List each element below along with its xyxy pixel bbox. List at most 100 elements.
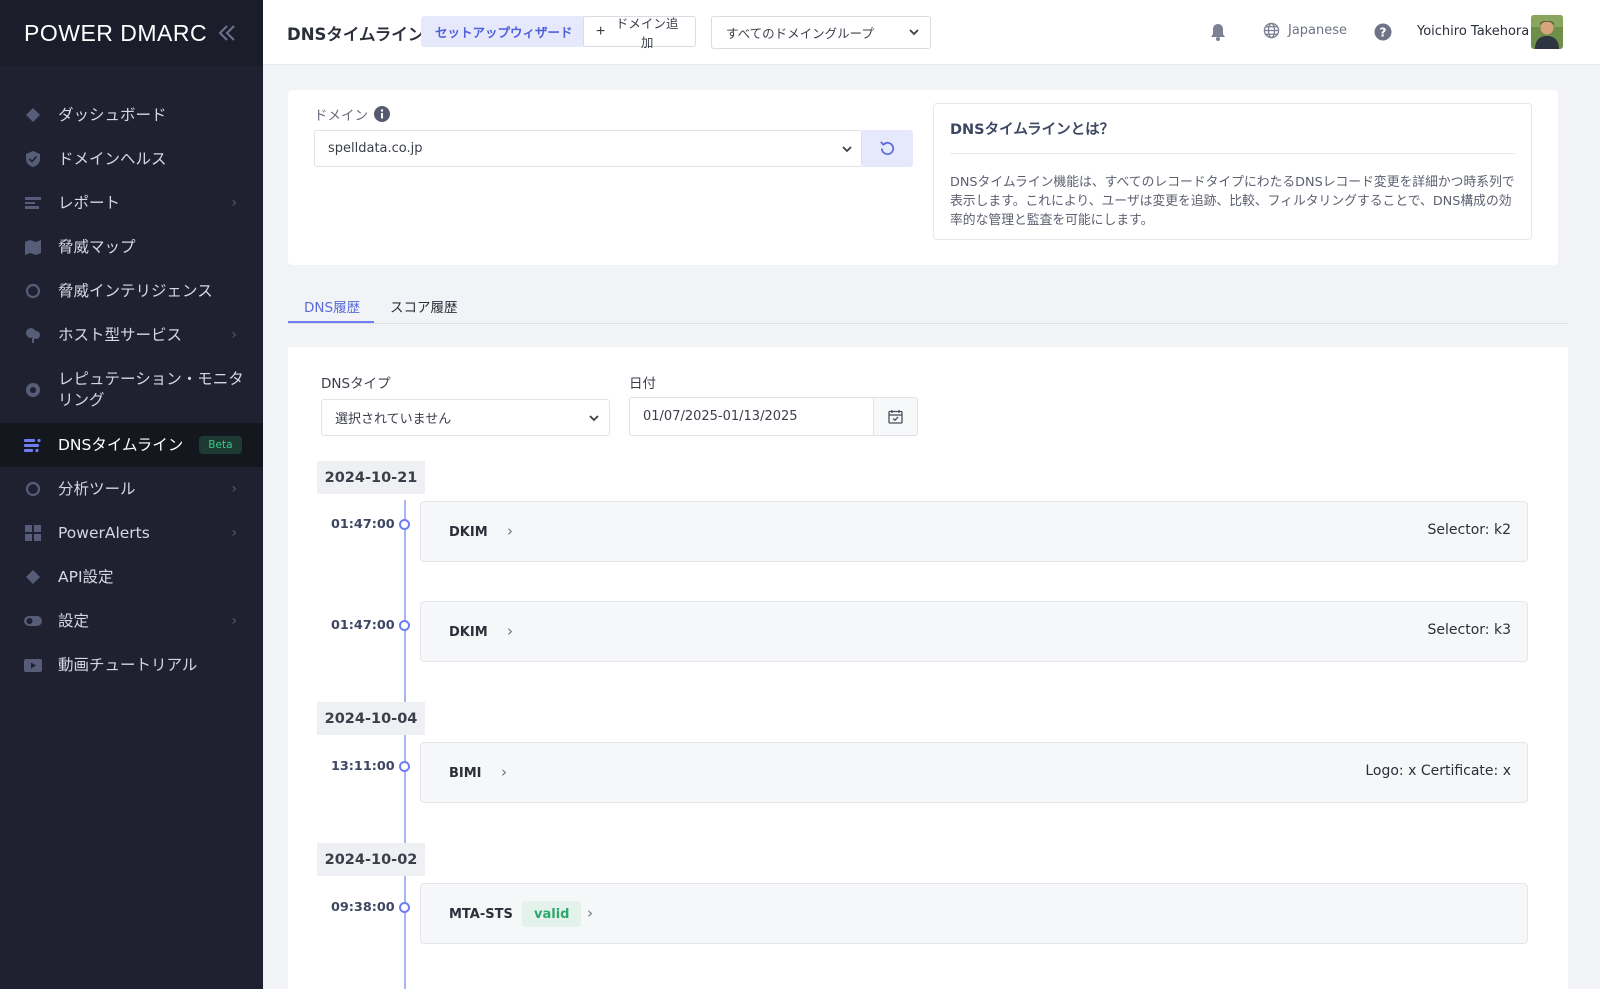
refresh-button[interactable]: [862, 130, 913, 167]
active-tab-indicator: [288, 321, 374, 323]
beta-badge: Beta: [199, 436, 242, 454]
shield-check-icon: [26, 151, 40, 167]
record-type: DKIM: [449, 625, 488, 640]
history-tabs: DNS履歴 スコア履歴: [288, 286, 1568, 324]
record-detail: Logo: x Certificate: x: [1365, 763, 1511, 779]
avatar[interactable]: [1531, 15, 1563, 49]
timeline-dot: [399, 519, 410, 530]
dns-timeline-info-box: DNSタイムラインとは？ DNSタイムライン機能は、すべてのレコードタイプにわた…: [933, 103, 1532, 240]
timeline-record[interactable]: BIMI › Logo: x Certificate: x: [420, 742, 1528, 803]
chevron-right-icon[interactable]: ›: [507, 622, 513, 640]
entry-time: 09:38:00: [331, 900, 395, 915]
badge-icon: [26, 383, 40, 397]
powerdmarc-logo[interactable]: POWER DMARC: [24, 20, 207, 47]
sidebar-item-threat-map[interactable]: 脅威マップ: [0, 225, 263, 269]
domain-group-value: すべてのドメイングループ: [726, 26, 874, 41]
chevron-right-icon[interactable]: ›: [501, 763, 507, 781]
setup-wizard-button[interactable]: セットアップウィザード: [421, 16, 587, 47]
plus-icon: +: [596, 22, 606, 40]
sidebar-item-label: ドメインヘルス: [58, 149, 167, 168]
bell-icon[interactable]: [1208, 22, 1228, 42]
chevron-right-icon[interactable]: ›: [507, 522, 513, 540]
chevron-down-icon: [589, 415, 599, 422]
record-type: MTA-STS: [449, 907, 513, 922]
dns-type-select[interactable]: 選択されていません: [321, 399, 610, 436]
language-selector[interactable]: Japanese: [1263, 22, 1347, 39]
circle-icon: [25, 283, 41, 299]
sidebar-item-label: レピュテーション・モニタリング: [58, 370, 244, 409]
timeline-dot: [399, 620, 410, 631]
timeline-record[interactable]: DKIM › Selector: k3: [420, 601, 1528, 662]
domain-select-value: spelldata.co.jp: [328, 141, 423, 156]
info-icon[interactable]: [374, 106, 390, 122]
tab-score-history[interactable]: スコア履歴: [390, 296, 458, 316]
video-icon: [24, 659, 42, 672]
circle-icon: [25, 481, 41, 497]
cloud-icon: [26, 328, 40, 343]
report-icon: [25, 197, 41, 209]
diamond-icon: [26, 570, 40, 584]
grid-icon: [25, 525, 41, 541]
domain-group-select[interactable]: すべてのドメイングループ: [711, 16, 931, 49]
add-domain-label: ドメイン追加: [615, 16, 679, 50]
sidebar-item-label: API設定: [58, 567, 114, 586]
sidebar-item-label: 設定: [58, 611, 90, 630]
sidebar-item-label: DNSタイムライン: [58, 435, 184, 454]
sidebar-item-poweralerts[interactable]: PowerAlerts ›: [0, 511, 263, 555]
sidebar-item-hosted-services[interactable]: ホスト型サービス ›: [0, 313, 263, 357]
entry-time: 01:47:00: [331, 517, 395, 532]
info-description: DNSタイムライン機能は、すべてのレコードタイプにわたるDNSレコード変更を詳細…: [950, 175, 1515, 228]
timeline-icon: [24, 438, 41, 453]
chevron-right-icon: ›: [231, 613, 237, 629]
sidebar-item-label: 脅威マップ: [58, 237, 136, 256]
sidebar-item-dns-timeline[interactable]: DNSタイムライン Beta: [0, 423, 263, 467]
help-icon[interactable]: ?: [1374, 23, 1392, 41]
sidebar-item-video-tutorials[interactable]: 動画チュートリアル: [0, 643, 263, 687]
sidebar-item-label: ダッシュボード: [58, 105, 167, 124]
toggle-icon: [24, 616, 42, 626]
timeline-line: [404, 500, 406, 989]
date-range-value: 01/07/2025-01/13/2025: [643, 409, 798, 424]
page-title: DNSタイムライン: [287, 25, 425, 44]
domain-select[interactable]: spelldata.co.jp: [314, 130, 862, 167]
sidebar-item-settings[interactable]: 設定 ›: [0, 599, 263, 643]
diamond-icon: [26, 108, 40, 122]
refresh-icon: [880, 141, 895, 155]
sidebar-item-dashboard[interactable]: ダッシュボード: [0, 93, 263, 137]
tab-dns-history[interactable]: DNS履歴: [304, 296, 360, 316]
sidebar-item-reputation-monitoring[interactable]: レピュテーション・モニタリング: [0, 357, 263, 423]
add-domain-button[interactable]: + ドメイン追加: [583, 16, 696, 50]
sidebar-item-label: ホスト型サービス: [58, 325, 183, 344]
sidebar-item-label: 脅威インテリジェンス: [58, 281, 213, 300]
sidebar-item-label: PowerAlerts: [58, 523, 150, 542]
collapse-sidebar-icon[interactable]: [216, 22, 238, 44]
sidebar-item-threat-intelligence[interactable]: 脅威インテリジェンス: [0, 269, 263, 313]
entry-time: 01:47:00: [331, 618, 395, 633]
chevron-right-icon[interactable]: ›: [587, 904, 593, 922]
timeline-record[interactable]: DKIM › Selector: k2: [420, 501, 1528, 562]
record-detail: Selector: k2: [1427, 522, 1511, 538]
chevron-down-icon: [909, 29, 919, 36]
globe-icon: [1263, 22, 1280, 39]
calendar-button[interactable]: [873, 397, 918, 436]
sidebar-nav: ダッシュボード ドメインヘルス レポート › 脅威マップ 脅威インテリジェンス …: [0, 93, 263, 687]
sidebar-item-label: 動画チュートリアル: [58, 655, 198, 674]
record-type: DKIM: [449, 525, 488, 540]
record-detail: Selector: k3: [1427, 622, 1511, 638]
entry-time: 13:11:00: [331, 759, 395, 774]
svg-text:?: ?: [1380, 25, 1387, 39]
timeline-dot: [399, 902, 410, 913]
chevron-right-icon: ›: [231, 525, 237, 541]
sidebar-item-domain-health[interactable]: ドメインヘルス: [0, 137, 263, 181]
sidebar-item-reports[interactable]: レポート ›: [0, 181, 263, 225]
sidebar-item-api-settings[interactable]: API設定: [0, 555, 263, 599]
sidebar-item-analysis-tools[interactable]: 分析ツール ›: [0, 467, 263, 511]
date-range-input[interactable]: 01/07/2025-01/13/2025: [629, 397, 874, 436]
dns-type-label: DNSタイプ: [321, 376, 391, 392]
chevron-down-icon: [842, 146, 852, 153]
record-type: BIMI: [449, 766, 482, 781]
timeline-dot: [399, 761, 410, 772]
user-name[interactable]: Yoichiro Takehora: [1417, 24, 1529, 39]
date-badge: 2024-10-21: [317, 461, 425, 494]
timeline-record[interactable]: MTA-STS valid ›: [420, 883, 1528, 944]
